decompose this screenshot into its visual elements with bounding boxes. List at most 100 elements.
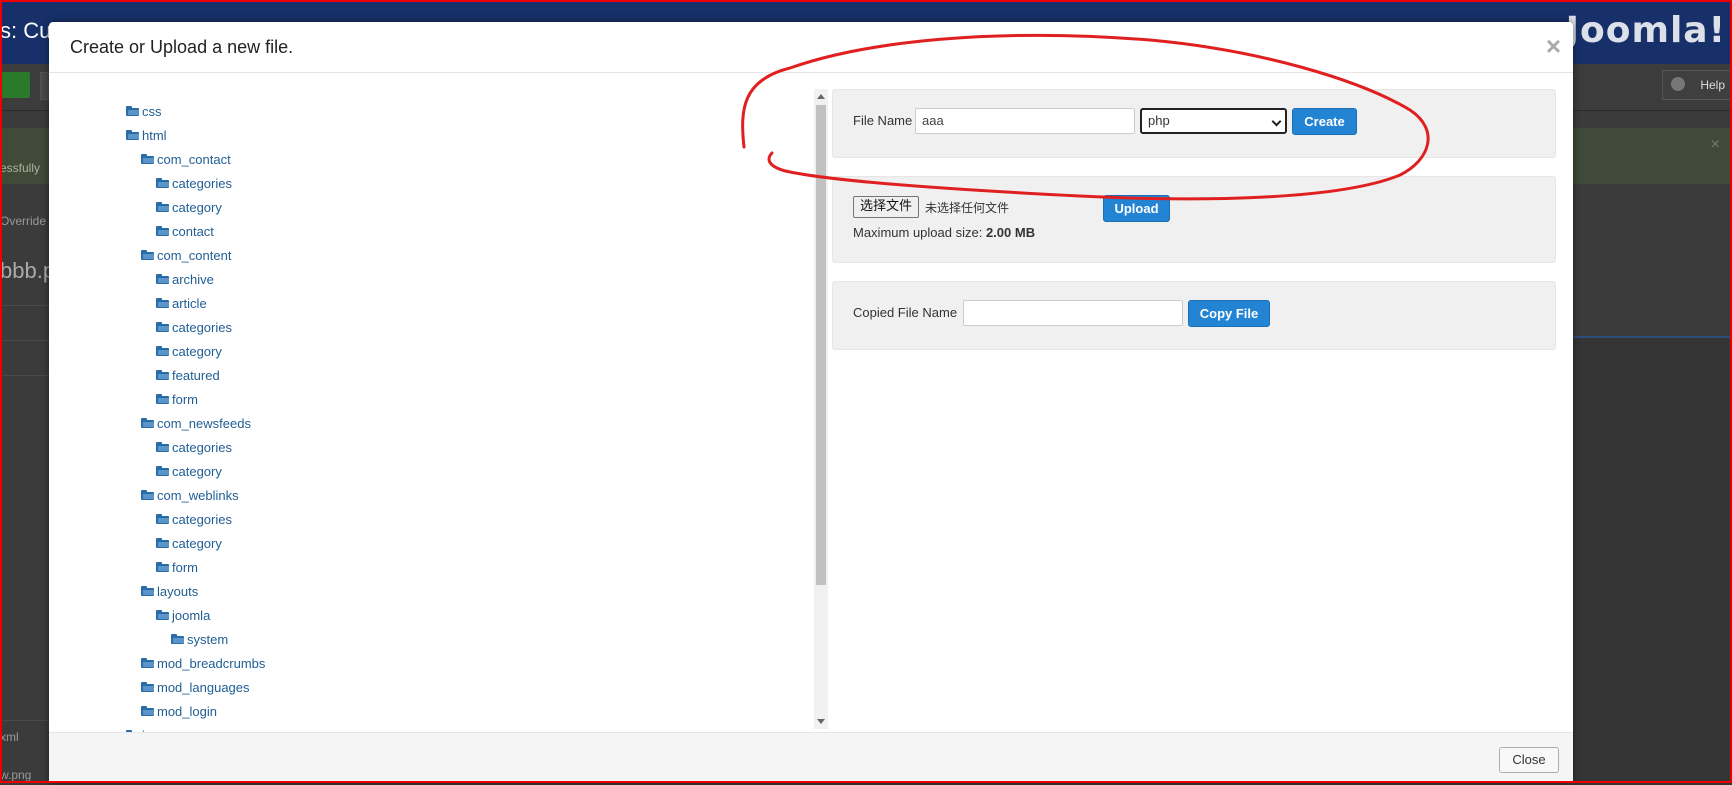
folder-tree-item[interactable]: mod_breadcrumbs — [141, 653, 265, 673]
folder-tree-item-label: form — [172, 391, 198, 407]
folder-tree-item[interactable]: article — [156, 293, 207, 313]
copied-file-name-label: Copied File Name — [853, 305, 958, 320]
joomla-logo: Joomla! — [1565, 10, 1726, 51]
folder-tree-item[interactable]: category — [156, 533, 222, 553]
folder-tree-item[interactable]: featured — [156, 365, 220, 385]
max-upload-size: Maximum upload size: 2.00 MB — [853, 225, 1035, 240]
folder-tree-item[interactable]: system — [171, 629, 228, 649]
folder-tree-item[interactable]: mod_languages — [141, 677, 250, 697]
folder-tree-item[interactable]: com_newsfeeds — [141, 413, 251, 433]
create-file-panel: File Name aaa php Create — [832, 89, 1556, 158]
folder-tree-item[interactable]: archive — [156, 269, 214, 289]
max-upload-size-label: Maximum upload size: — [853, 225, 986, 240]
folder-open-icon — [141, 682, 154, 692]
folder-tree-scrollbar[interactable] — [814, 89, 828, 729]
folder-open-icon — [156, 610, 169, 620]
folder-tree-item[interactable]: html — [126, 125, 167, 145]
folder-tree-item-label: com_content — [157, 247, 232, 263]
background-page-title: s: Cu — [0, 18, 52, 43]
folder-tree-item-label: featured — [172, 367, 220, 383]
chevron-down-icon — [1271, 116, 1282, 127]
folder-tree-item[interactable]: joomla — [156, 605, 210, 625]
folder-tree-item-label: category — [172, 535, 222, 551]
background-close-icon: × — [1710, 136, 1720, 153]
folder-open-icon — [141, 658, 154, 668]
modal-footer: Close — [49, 732, 1573, 783]
folder-tree-item[interactable]: categories — [156, 173, 232, 193]
folder-tree-item-label: article — [172, 295, 207, 311]
folder-tree-item-label: contact — [172, 223, 214, 239]
folder-open-icon — [171, 634, 184, 644]
background-divider — [0, 305, 50, 306]
folder-open-icon — [156, 346, 169, 356]
folder-tree-item-label: categories — [172, 511, 232, 527]
background-divider — [0, 375, 50, 376]
folder-open-icon — [156, 370, 169, 380]
choose-file-button[interactable]: 选择文件 — [853, 196, 920, 218]
folder-tree-item-label: categories — [172, 439, 232, 455]
folder-tree-item[interactable]: category — [156, 197, 222, 217]
folder-open-icon — [156, 562, 169, 572]
folder-open-icon — [141, 706, 154, 716]
background-divider — [0, 720, 50, 721]
background-save-button — [0, 72, 30, 98]
create-upload-modal: Create or Upload a new file. × css html co… — [49, 22, 1573, 783]
folder-open-icon — [141, 154, 154, 164]
upload-button[interactable]: Upload — [1103, 195, 1170, 222]
folder-tree-item[interactable]: css — [126, 101, 162, 121]
folder-tree-item[interactable]: categories — [156, 437, 232, 457]
background-success-text: essfully — [0, 161, 41, 175]
help-icon — [1671, 77, 1685, 91]
copied-file-name-input[interactable] — [963, 300, 1183, 326]
folder-tree-item-label: css — [142, 103, 162, 119]
folder-tree-item-label: category — [172, 463, 222, 479]
folder-tree-item[interactable]: form — [156, 389, 198, 409]
folder-tree-item[interactable]: categories — [156, 509, 232, 529]
scroll-up-arrow-icon[interactable] — [817, 94, 825, 99]
background-divider — [0, 340, 50, 341]
folder-open-icon — [156, 442, 169, 452]
close-icon[interactable]: × — [1546, 33, 1561, 59]
folder-tree-item-label: categories — [172, 319, 232, 335]
folder-tree-item-label: system — [187, 631, 229, 647]
folder-open-icon — [126, 106, 139, 116]
folder-tree-item[interactable]: category — [156, 461, 222, 481]
folder-tree-item[interactable]: category — [156, 341, 222, 361]
scroll-down-arrow-icon[interactable] — [817, 719, 825, 724]
file-name-label: File Name — [853, 113, 913, 128]
folder-tree-item-label: html — [142, 127, 167, 143]
modal-header: Create or Upload a new file. × — [49, 22, 1573, 73]
upload-file-panel: 选择文件 未选择任何文件 Upload Maximum upload size:… — [832, 176, 1556, 263]
folder-tree-item[interactable]: mod_login — [141, 701, 217, 721]
close-button[interactable]: Close — [1499, 747, 1559, 773]
folder-tree-item-label: category — [172, 199, 222, 215]
folder-open-icon — [141, 418, 154, 428]
folder-tree-item-label: joomla — [172, 607, 211, 623]
modal-title: Create or Upload a new file. — [70, 37, 294, 57]
folder-tree-item[interactable]: com_weblinks — [141, 485, 239, 505]
folder-tree-item-label: com_contact — [157, 151, 231, 167]
folder-tree-item[interactable]: contact — [156, 221, 214, 241]
folder-tree-item[interactable]: layouts — [141, 581, 198, 601]
scroll-thumb[interactable] — [816, 105, 826, 585]
folder-tree-item[interactable]: categories — [156, 317, 232, 337]
folder-open-icon — [141, 490, 154, 500]
folder-open-icon — [156, 298, 169, 308]
folder-tree-item[interactable]: com_contact — [141, 149, 231, 169]
folder-tree-item[interactable]: form — [156, 557, 198, 577]
folder-open-icon — [156, 322, 169, 332]
create-button[interactable]: Create — [1292, 108, 1357, 135]
background-overrides-tab: Override — [0, 214, 47, 228]
background-file-label: w.png — [0, 768, 32, 782]
folder-open-icon — [156, 538, 169, 548]
background-help-button: Help — [1662, 70, 1732, 100]
background-help-label: Help — [1700, 78, 1725, 92]
copy-file-button[interactable]: Copy File — [1188, 300, 1270, 327]
file-name-input[interactable]: aaa — [915, 108, 1135, 134]
file-type-select[interactable]: php — [1140, 108, 1287, 134]
folder-tree-item-label: mod_breadcrumbs — [157, 655, 266, 671]
folder-open-icon — [156, 274, 169, 284]
folder-tree-item[interactable]: com_content — [141, 245, 231, 265]
folder-tree-item-label: categories — [172, 175, 232, 191]
copy-file-panel: Copied File Name Copy File — [832, 281, 1556, 350]
